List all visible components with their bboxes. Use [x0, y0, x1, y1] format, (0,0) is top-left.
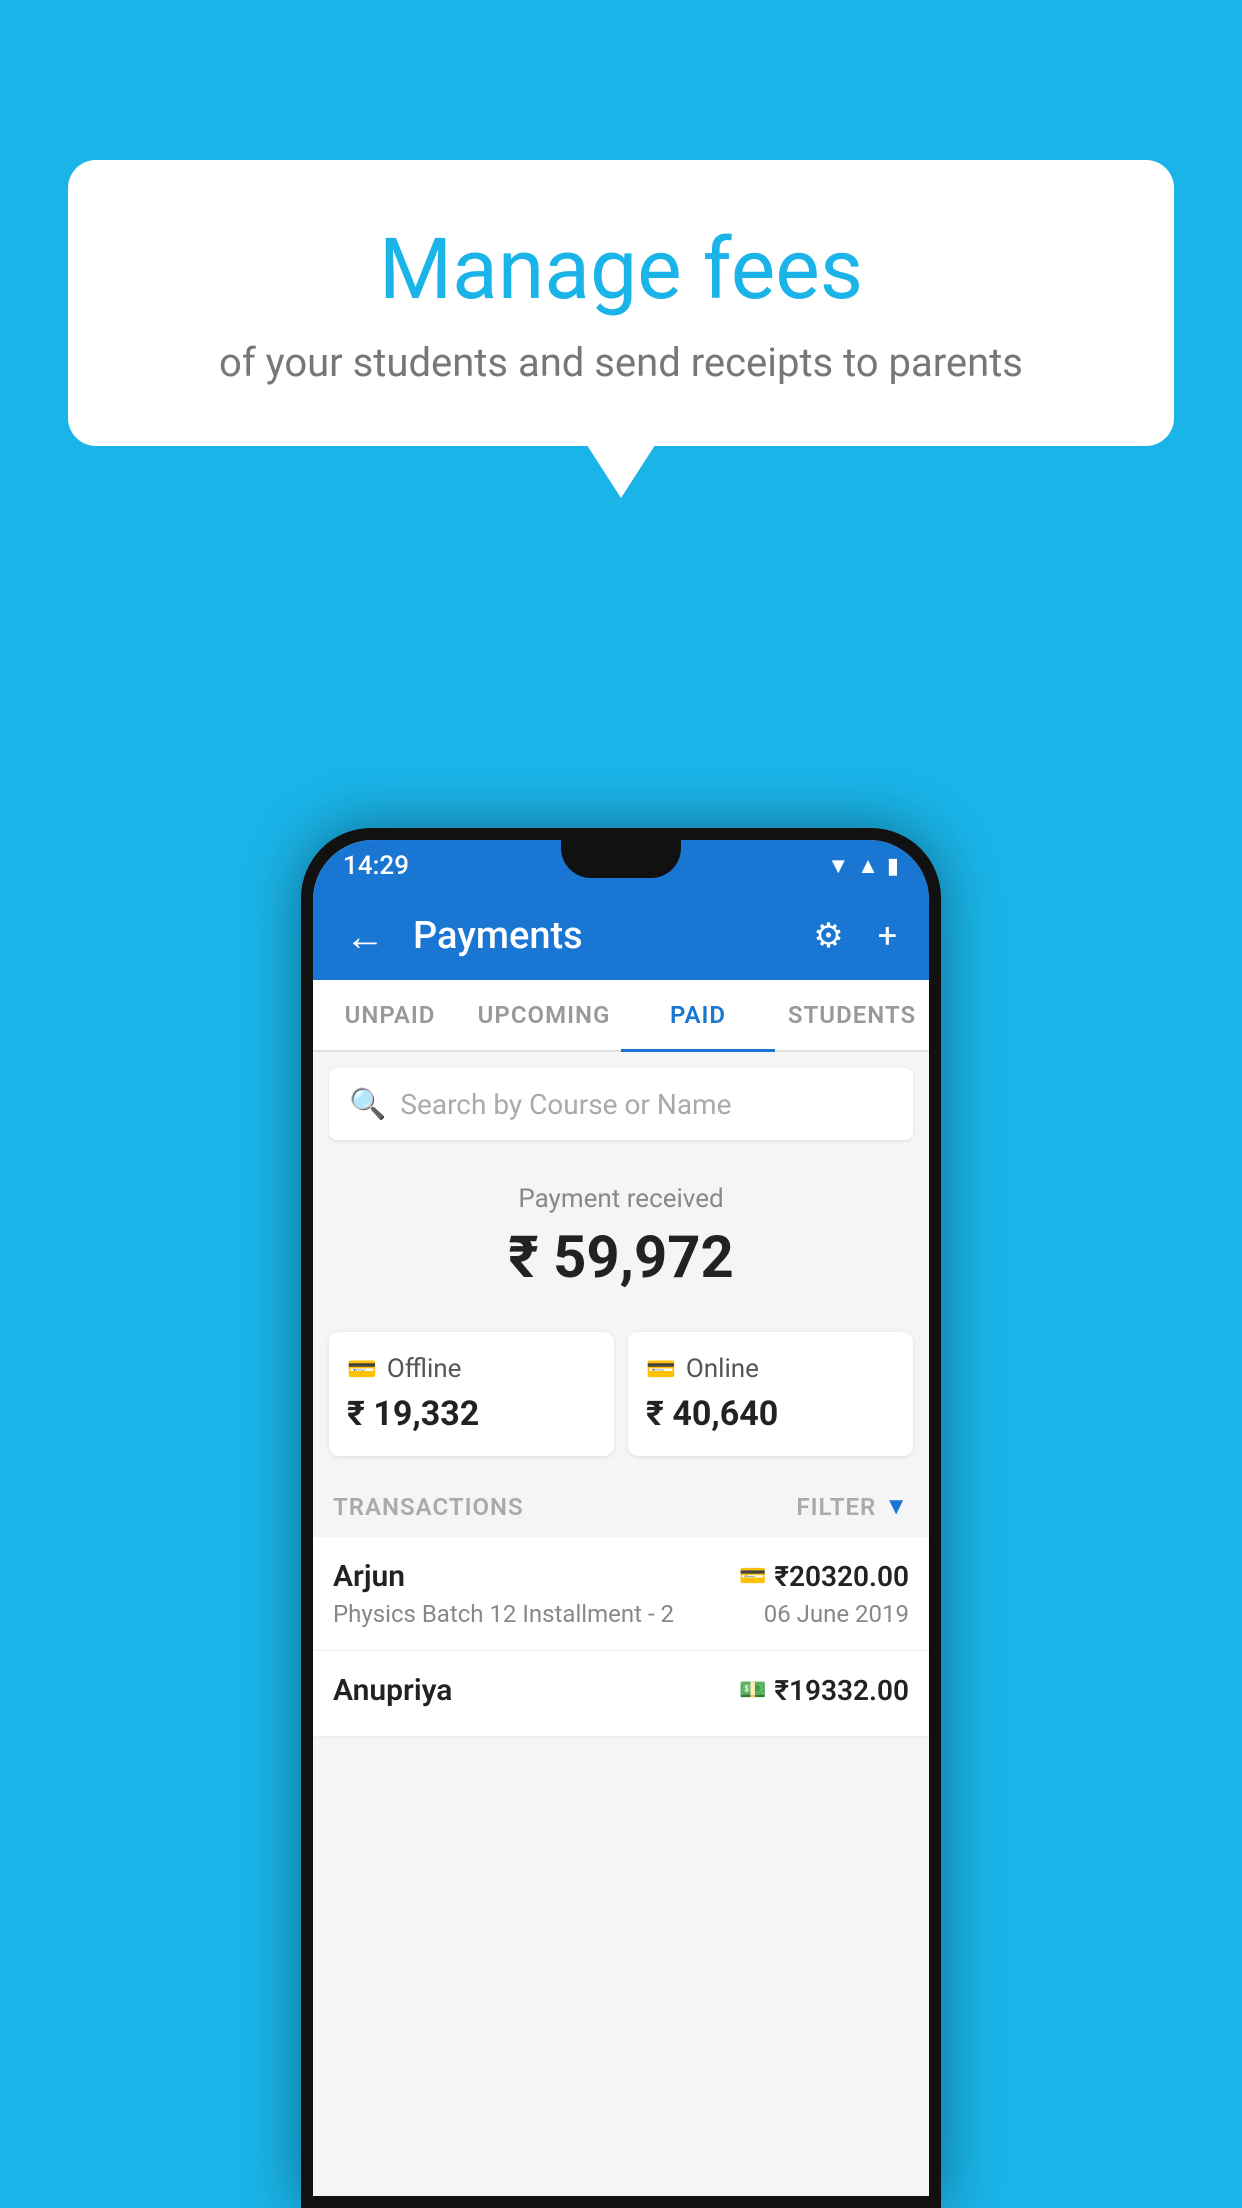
payment-type-icon-2: 💵 [739, 1678, 766, 1703]
tab-unpaid[interactable]: UNPAID [313, 980, 467, 1050]
transaction-bottom-1: Physics Batch 12 Installment - 2 06 June… [333, 1600, 909, 1628]
transaction-row-anupriya[interactable]: Anupriya 💵 ₹19332.00 [313, 1651, 929, 1737]
payment-summary: Payment received ₹ 59,972 [313, 1156, 929, 1332]
bubble-title: Manage fees [118, 220, 1124, 319]
filter-label: FILTER [796, 1493, 876, 1521]
wifi-icon: ▼ [827, 853, 849, 879]
amount-value-2: ₹19332.00 [774, 1674, 909, 1707]
battery-icon: ▮ [887, 854, 899, 879]
course-name-1: Physics Batch 12 Installment - 2 [333, 1600, 674, 1628]
offline-label: Offline [387, 1354, 462, 1384]
app-bar: ← Payments ⚙ + [313, 892, 929, 980]
search-icon: 🔍 [349, 1087, 386, 1122]
payment-type-icon-1: 💳 [739, 1564, 766, 1589]
transaction-amount-1: 💳 ₹20320.00 [739, 1560, 909, 1593]
tab-students[interactable]: STUDENTS [775, 980, 929, 1050]
payment-received-label: Payment received [333, 1184, 909, 1214]
online-label: Online [686, 1354, 759, 1384]
transaction-date-1: 06 June 2019 [764, 1600, 909, 1628]
offline-amount: ₹ 19,332 [347, 1394, 596, 1434]
notch [561, 840, 681, 878]
phone-screen: 14:29 ▼ ▲ ▮ ← Payments ⚙ + UNPAID [313, 840, 929, 2196]
transaction-row-arjun[interactable]: Arjun 💳 ₹20320.00 Physics Batch 12 Insta… [313, 1537, 929, 1651]
transactions-label: TRANSACTIONS [333, 1493, 524, 1521]
online-icon: 💳 [646, 1355, 676, 1383]
status-bar: 14:29 ▼ ▲ ▮ [313, 840, 929, 892]
tabs-bar: UNPAID UPCOMING PAID STUDENTS [313, 980, 929, 1052]
payment-total-amount: ₹ 59,972 [333, 1224, 909, 1292]
add-button[interactable]: + [870, 908, 905, 964]
search-placeholder: Search by Course or Name [400, 1088, 731, 1121]
offline-card-header: 💳 Offline [347, 1354, 596, 1384]
online-amount: ₹ 40,640 [646, 1394, 895, 1434]
transaction-amount-2: 💵 ₹19332.00 [739, 1674, 909, 1707]
speech-bubble: Manage fees of your students and send re… [68, 160, 1174, 446]
background: Manage fees of your students and send re… [0, 0, 1242, 2208]
student-name-1: Arjun [333, 1559, 405, 1594]
bubble-subtitle: of your students and send receipts to pa… [118, 339, 1124, 386]
settings-button[interactable]: ⚙ [805, 908, 851, 964]
tab-upcoming[interactable]: UPCOMING [467, 980, 621, 1050]
back-button[interactable]: ← [337, 905, 393, 968]
offline-card: 💳 Offline ₹ 19,332 [329, 1332, 614, 1456]
filter-button[interactable]: FILTER ▼ [796, 1492, 909, 1521]
phone-frame: 14:29 ▼ ▲ ▮ ← Payments ⚙ + UNPAID [301, 828, 941, 2208]
filter-icon: ▼ [884, 1492, 909, 1521]
app-title: Payments [413, 914, 785, 958]
amount-value-1: ₹20320.00 [774, 1560, 909, 1593]
transaction-top-2: Anupriya 💵 ₹19332.00 [333, 1673, 909, 1708]
payment-cards: 💳 Offline ₹ 19,332 💳 Online ₹ 40,640 [313, 1332, 929, 1476]
online-card-header: 💳 Online [646, 1354, 895, 1384]
transactions-header: TRANSACTIONS FILTER ▼ [313, 1476, 929, 1537]
content-area: 🔍 Search by Course or Name Payment recei… [313, 1052, 929, 2196]
transaction-top-1: Arjun 💳 ₹20320.00 [333, 1559, 909, 1594]
signal-icon: ▲ [857, 853, 879, 879]
status-icons: ▼ ▲ ▮ [827, 853, 899, 879]
online-card: 💳 Online ₹ 40,640 [628, 1332, 913, 1456]
search-bar[interactable]: 🔍 Search by Course or Name [329, 1068, 913, 1140]
tab-paid[interactable]: PAID [621, 980, 775, 1050]
status-time: 14:29 [343, 851, 409, 881]
student-name-2: Anupriya [333, 1673, 452, 1708]
app-bar-actions: ⚙ + [805, 908, 905, 964]
offline-icon: 💳 [347, 1355, 377, 1383]
